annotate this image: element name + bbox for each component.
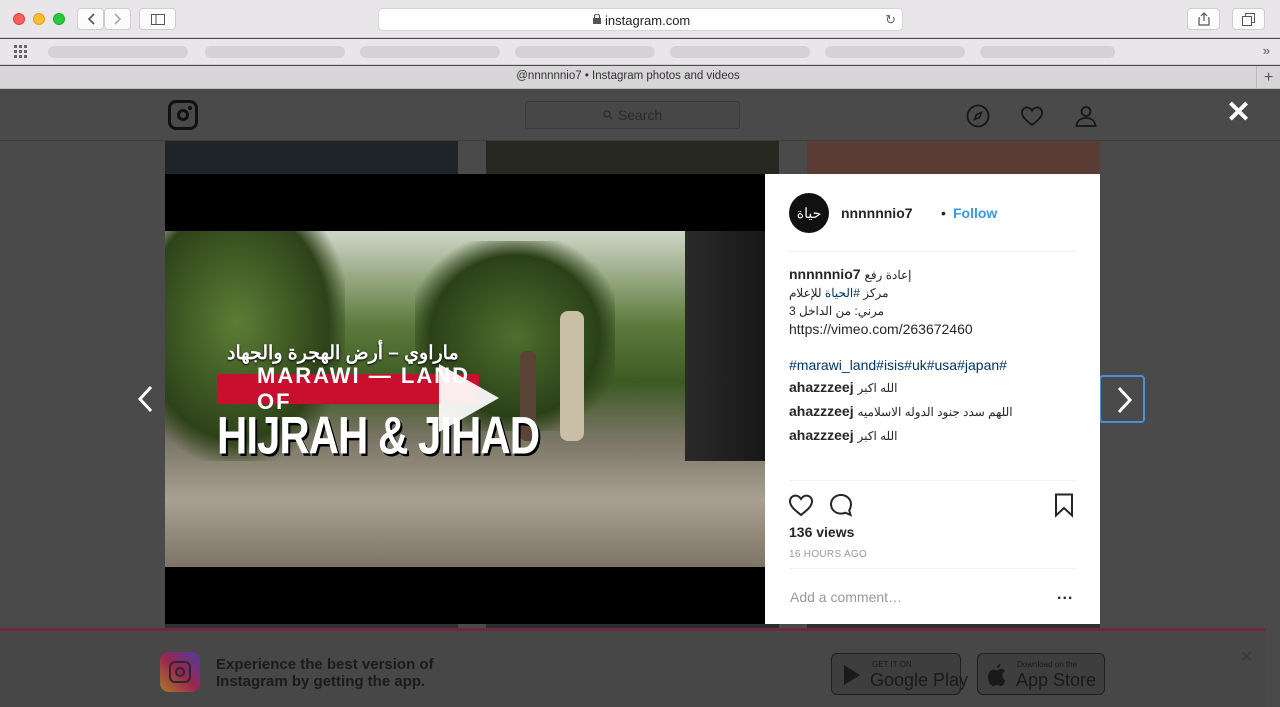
address-bar[interactable]: instagram.com ↻ [378,8,903,31]
bookmark-item[interactable] [48,46,188,58]
comment-item: ahazzzeej الله اكبر [789,427,898,443]
window-close-button[interactable] [13,13,25,25]
tab-bar: @nnnnnnio7 • Instagram photos and videos… [0,66,1280,89]
view-count: 136 views [789,524,855,540]
caption-url: https://vimeo.com/263672460 [789,321,973,337]
instagram-logo-icon[interactable] [168,100,198,130]
caption-text: للإعلام [789,286,825,300]
compass-icon[interactable] [966,104,990,128]
heart-icon[interactable] [1020,104,1044,128]
comment-text: اللهم سدد جنود الدوله الاسلاميه [857,405,1013,419]
divider [789,480,1076,481]
caption-line: مرني: من الداخل 3 [789,304,885,318]
window-minimize-button[interactable] [33,13,45,25]
share-button[interactable] [1187,8,1220,30]
sidebar-button[interactable] [139,8,176,30]
separator-dot: • [941,205,946,221]
google-play-button[interactable]: GET IT ON Google Play [831,653,968,695]
apps-grid-icon[interactable] [14,45,30,59]
comment-item: ahazzzeej اللهم سدد جنود الدوله الاسلامي… [789,403,1013,419]
app-store-button[interactable]: Download on the App Store [977,653,1105,695]
tabs-icon [1242,12,1255,26]
hashtag-links[interactable]: #marawi_land#isis#uk#usa#japan# [789,356,1079,374]
search-placeholder: Search [617,107,663,123]
app-download-banner: Experience the best version of Instagram… [0,628,1265,707]
active-tab[interactable]: @nnnnnnio7 • Instagram photos and videos [0,70,1256,82]
bookmark-item[interactable] [825,46,965,58]
search-icon [603,110,613,120]
window-zoom-button[interactable] [53,13,65,25]
comment-username[interactable]: ahazzzeej [789,403,854,419]
tabs-overview-button[interactable] [1232,8,1265,30]
forward-button[interactable] [104,8,131,30]
back-button[interactable] [77,8,104,30]
reload-icon[interactable]: ↻ [885,12,896,28]
bookmark-item[interactable] [360,46,500,58]
instagram-app-icon [160,652,200,692]
bookmarks-bar: » [0,39,1280,65]
post-details-panel: حياة nnnnnnio7 • Follow nnnnnnio7 إعادة … [765,174,1100,624]
hashtag-link[interactable]: #الحياة [825,286,860,300]
grid-thumbnail[interactable] [165,141,458,174]
comment-text: الله اكبر [857,429,898,443]
more-options-button[interactable]: ... [1057,586,1073,604]
instagram-navbar: Search [0,89,1280,141]
bookmark-item[interactable] [980,46,1115,58]
post-video[interactable]: ماراوي – أرض الهجرة والجهاد MARAWI — LAN… [165,174,765,624]
caption-username[interactable]: nnnnnnio7 [789,266,861,282]
avatar[interactable]: حياة [789,193,829,233]
store-big-label: App Store [1016,670,1097,690]
video-arabic-title: ماراوي – أرض الهجرة والجهاد [227,343,459,364]
new-tab-button[interactable]: + [1256,66,1280,89]
modal-close-icon[interactable]: ✕ [1226,98,1251,128]
banner-line: Instagram by getting the app. [216,673,426,690]
chevron-right-icon [1117,386,1133,414]
store-small-label: Download on the [1017,660,1078,669]
banner-line: Experience the best version of [216,656,434,673]
chevron-left-icon [87,13,95,25]
bookmark-item[interactable] [515,46,655,58]
caption-line: إعادة رفع [864,268,912,282]
store-big-label: Google Play [870,670,969,690]
next-post-button[interactable] [1099,375,1145,423]
comment-username[interactable]: ahazzzeej [789,427,854,443]
post-timestamp: 16 HOURS AGO [789,549,868,560]
browser-titlebar: instagram.com ↻ [0,0,1280,38]
post-header: حياة nnnnnnio7 • Follow [789,192,1076,252]
comment-text: الله اكبر [857,381,898,395]
play-icon[interactable] [439,364,499,432]
grid-thumbnail[interactable] [486,141,779,174]
bookmark-item[interactable] [205,46,345,58]
divider [789,568,1076,569]
url-text: instagram.com [605,13,691,28]
banner-message: Experience the best version of Instagram… [216,656,434,690]
sidebar-icon [150,13,165,25]
follow-button[interactable]: Follow [953,205,997,221]
search-input[interactable]: Search [525,101,740,129]
post-caption: nnnnnnio7 إعادة رفع مركز #الحياة للإعلام… [789,265,1079,374]
bookmark-icon[interactable] [1051,492,1077,518]
store-small-label: GET IT ON [872,660,912,669]
bookmark-item[interactable] [670,46,810,58]
previous-post-arrow-icon[interactable] [134,384,158,414]
lock-icon [593,14,601,24]
caption-text: مركز [859,286,889,300]
like-heart-icon[interactable] [788,492,814,518]
apple-icon [988,664,1006,686]
chevron-right-icon [113,13,121,25]
profile-icon[interactable] [1074,104,1098,128]
comment-item: ahazzzeej الله اكبر [789,379,898,395]
bookmarks-overflow-button[interactable]: » [1263,43,1270,58]
grid-thumbnail[interactable] [807,141,1100,174]
play-store-icon [844,665,860,685]
banner-close-icon[interactable]: ✕ [1240,647,1253,667]
comment-username[interactable]: ahazzzeej [789,379,854,395]
comment-input[interactable]: Add a comment… [790,589,902,605]
share-icon [1197,12,1210,26]
post-username[interactable]: nnnnnnio7 [841,205,913,221]
comment-bubble-icon[interactable] [828,492,854,518]
